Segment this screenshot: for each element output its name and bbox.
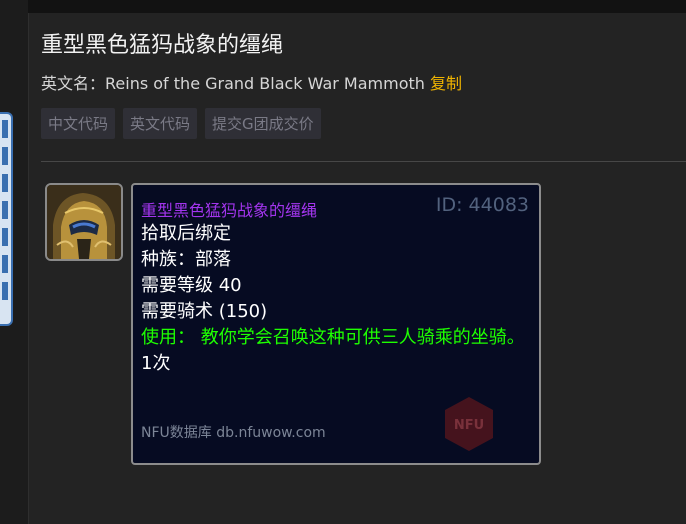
action-buttons: 中文代码 英文代码 提交G团成交价 xyxy=(41,108,321,139)
riding-line: 需要骑术 (150) xyxy=(141,301,268,322)
item-panel: 重型黑色猛犸战象的缰绳 英文名：Reins of the Grand Black… xyxy=(28,13,686,524)
side-float-tab[interactable] xyxy=(0,112,13,326)
item-id: ID: 44083 xyxy=(435,194,529,216)
divider xyxy=(41,161,686,162)
item-name: 重型黑色猛犸战象的缰绳 xyxy=(141,201,318,220)
nfu-logo-icon: NFU xyxy=(445,397,493,451)
tooltip-footer: NFU数据库 db.nfuwow.com xyxy=(141,425,326,441)
english-name-row: 英文名：Reins of the Grand Black War Mammoth… xyxy=(41,70,462,94)
level-line: 需要等级 40 xyxy=(141,275,242,296)
english-name-value: Reins of the Grand Black War Mammoth xyxy=(105,74,425,93)
top-bar xyxy=(28,0,686,13)
submit-price-button[interactable]: 提交G团成交价 xyxy=(205,108,321,139)
use-effect: 使用： 教你学会召唤这种可供三人骑乘的坐骑。 xyxy=(141,327,525,348)
page-title: 重型黑色猛犸战象的缰绳 xyxy=(41,33,284,58)
copy-link[interactable]: 复制 xyxy=(430,74,462,93)
item-icon[interactable] xyxy=(45,183,123,261)
chinese-code-button[interactable]: 中文代码 xyxy=(41,108,116,139)
item-properties: 拾取后绑定 种族：部落 需要等级 40 需要骑术 (150) 使用： 教你学会召… xyxy=(141,221,533,377)
item-tooltip: 重型黑色猛犸战象的缰绳 ID: 44083 拾取后绑定 种族：部落 需要等级 4… xyxy=(131,183,541,465)
charges-line: 1次 xyxy=(141,353,171,374)
english-name-label: 英文名： xyxy=(41,74,106,93)
nfu-logo-text: NFU xyxy=(454,418,484,433)
bind-line: 拾取后绑定 xyxy=(141,223,231,244)
race-line: 种族：部落 xyxy=(141,249,231,270)
english-code-button[interactable]: 英文代码 xyxy=(123,108,198,139)
mammoth-helmet-icon xyxy=(47,185,121,259)
